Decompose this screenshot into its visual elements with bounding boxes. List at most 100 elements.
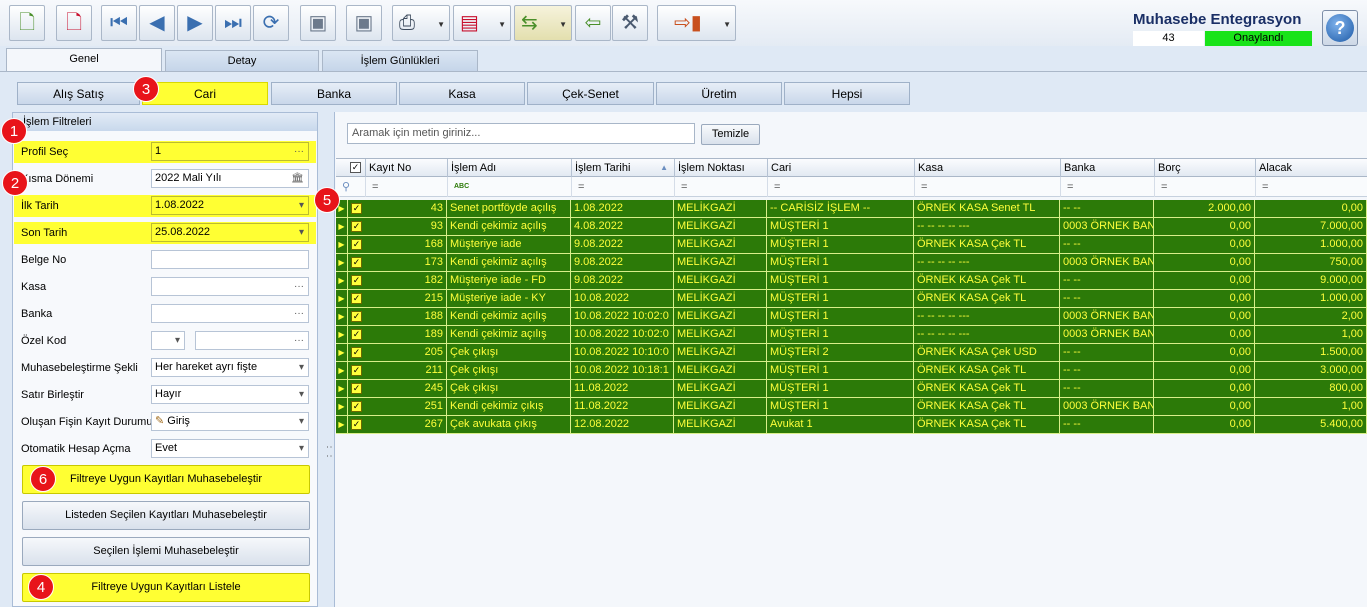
table-row[interactable]: ▶ ✓ 93 Kendi çekimiz açılış 4.08.2022 MELİKGA… <box>336 218 1367 236</box>
ilk-tarih-field[interactable]: 1.08.2022 ▾ <box>151 196 309 215</box>
table-row[interactable]: ▶ ✓ 245 Çek çıkışı 11.08.2022 MELİKGAZİ MÜŞTER… <box>336 380 1367 398</box>
row-checkbox[interactable]: ✓ <box>348 398 366 416</box>
table-row[interactable]: ▶ ✓ 267 Çek avukata çıkış 12.08.2022 MELİKGAZ… <box>336 416 1367 434</box>
chevron-down-icon: ▾ <box>298 200 304 211</box>
select-all-checkbox[interactable]: ✓ <box>350 162 361 173</box>
col-islem-tarihi[interactable]: İşlem Tarihi ▲ <box>571 159 674 177</box>
col-borc[interactable]: Borç <box>1154 159 1255 177</box>
row-checkbox[interactable]: ✓ <box>348 290 366 308</box>
banka-field[interactable]: ··· <box>151 304 309 323</box>
table-row[interactable]: ▶ ✓ 188 Kendi çekimiz açılış 10.08.2022 10:0… <box>336 308 1367 326</box>
subtab-alis-satis[interactable]: Alış Satış <box>17 82 140 105</box>
first-record-button[interactable]: ⏮ <box>101 5 137 41</box>
delete-document-button[interactable]: 🗋 <box>56 5 92 41</box>
profil-field[interactable]: 1 ··· <box>151 142 309 161</box>
cell-islem-noktasi: MELİKGAZİ <box>674 290 767 308</box>
filter-list-button[interactable]: Filtreye Uygun Kayıtları Listele <box>22 573 310 602</box>
filter-borc[interactable]: = <box>1154 177 1255 197</box>
tab-detay[interactable]: Detay <box>165 50 319 71</box>
table-row[interactable]: ▶ ✓ 215 Müşteriye iade - KY 10.08.2022 MELİKG… <box>336 290 1367 308</box>
col-alacak[interactable]: Alacak <box>1255 159 1367 177</box>
next-record-button[interactable]: ▶ <box>177 5 213 41</box>
subtab-kasa[interactable]: Kasa <box>399 82 525 105</box>
subtab-hepsi[interactable]: Hepsi <box>784 82 910 105</box>
col-kayit-no[interactable]: Kayıt No <box>365 159 447 177</box>
filter-kayit-no[interactable]: = <box>365 177 447 197</box>
subtab-uretim[interactable]: Üretim <box>656 82 782 105</box>
tools-button[interactable]: ⚒ <box>612 5 648 41</box>
table-row[interactable]: ▶ ✓ 173 Kendi çekimiz açılış 9.08.2022 MELİKG… <box>336 254 1367 272</box>
filter-islem-tarihi[interactable]: = <box>571 177 674 197</box>
donem-field[interactable]: 2022 Mali Yılı 🏛 <box>151 169 309 188</box>
help-button[interactable]: ? <box>1322 10 1358 46</box>
filter-islem-noktasi[interactable]: = <box>674 177 767 197</box>
cell-borc: 0,00 <box>1154 416 1255 434</box>
row-checkbox[interactable]: ✓ <box>348 218 366 236</box>
sekil-value: Her hareket ayrı fişte <box>155 361 258 373</box>
cell-cari: MÜŞTERİ 1 <box>767 380 914 398</box>
sort-asc-icon: ▲ <box>660 163 668 172</box>
row-checkbox[interactable]: ✓ <box>348 272 366 290</box>
row-checkbox[interactable]: ✓ <box>348 416 366 434</box>
col-banka[interactable]: Banka <box>1060 159 1154 177</box>
chevron-down-icon: ▾ <box>298 416 304 427</box>
row-checkbox[interactable]: ✓ <box>348 362 366 380</box>
prev-record-button[interactable]: ◀ <box>139 5 175 41</box>
new-document-button[interactable]: 🗋 <box>9 5 45 41</box>
row-checkbox[interactable]: ✓ <box>348 326 366 344</box>
back-button[interactable]: ⇦ <box>575 5 611 41</box>
exit-button[interactable]: ⇨▮ ▼ <box>657 5 736 41</box>
filter-post-button[interactable]: Filtreye Uygun Kayıtları Muhasebeleştir <box>22 465 310 494</box>
save-button[interactable]: ▣ <box>300 5 336 41</box>
row-checkbox[interactable]: ✓ <box>348 308 366 326</box>
subtab-banka[interactable]: Banka <box>271 82 397 105</box>
table-row[interactable]: ▶ ✓ 211 Çek çıkışı 10.08.2022 10:18:1 MELİKGA… <box>336 362 1367 380</box>
print-button[interactable]: ⎙ ▼ <box>392 5 450 41</box>
tab-genel[interactable]: Genel <box>6 48 162 72</box>
sekil-select[interactable]: Her hareket ayrı fişte ▾ <box>151 358 309 377</box>
row-checkbox[interactable]: ✓ <box>348 236 366 254</box>
subtab-cek-senet[interactable]: Çek-Senet <box>527 82 654 105</box>
filter-banka[interactable]: = <box>1060 177 1154 197</box>
row-checkbox[interactable]: ✓ <box>348 380 366 398</box>
col-cari[interactable]: Cari <box>767 159 914 177</box>
refresh-button[interactable]: ⟳ <box>253 5 289 41</box>
filter-kasa[interactable]: = <box>914 177 1060 197</box>
filter-islem-adi[interactable]: ABC <box>447 177 571 197</box>
export-button[interactable]: ⇆ ▼ <box>514 5 572 41</box>
col-kasa[interactable]: Kasa <box>914 159 1060 177</box>
row-checkbox[interactable]: ✓ <box>348 200 366 218</box>
tab-islem-gunlukleri[interactable]: İşlem Günlükleri <box>322 50 478 71</box>
table-row[interactable]: ▶ ✓ 43 Senet portföyde açılış 1.08.2022 MELİK… <box>336 200 1367 218</box>
filter-alacak[interactable]: = <box>1255 177 1367 197</box>
hesap-acma-select[interactable]: Evet ▾ <box>151 439 309 458</box>
selected-post-button[interactable]: Seçilen İşlemi Muhasebeleştir <box>22 537 310 566</box>
son-tarih-field[interactable]: 25.08.2022 ▾ <box>151 223 309 242</box>
filter-cari[interactable]: = <box>767 177 914 197</box>
table-row[interactable]: ▶ ✓ 189 Kendi çekimiz açılış 10.08.2022 10:0… <box>336 326 1367 344</box>
cell-borc: 0,00 <box>1154 272 1255 290</box>
ozel-kod-field[interactable]: ··· <box>195 331 309 350</box>
save-close-button[interactable]: ▣ <box>346 5 382 41</box>
filter-panel: İşlem Filtreleri Profil Seç 1 ··· Kısma D… <box>12 112 318 607</box>
ozel-kod-select[interactable]: ▾ <box>151 331 185 350</box>
table-row[interactable]: ▶ ✓ 251 Kendi çekimiz çıkış 11.08.2022 MELİKG… <box>336 398 1367 416</box>
row-checkbox[interactable]: ✓ <box>348 254 366 272</box>
kasa-field[interactable]: ··· <box>151 277 309 296</box>
cell-cari: MÜŞTERİ 1 <box>767 362 914 380</box>
row-checkbox[interactable]: ✓ <box>348 344 366 362</box>
col-islem-adi[interactable]: İşlem Adı <box>447 159 571 177</box>
table-row[interactable]: ▶ ✓ 182 Müşteriye iade - FD 9.08.2022 MELİKGA… <box>336 272 1367 290</box>
kayit-durumu-select[interactable]: ✎ Giriş ▾ <box>151 412 309 431</box>
belge-no-field[interactable] <box>151 250 309 269</box>
pdf-button[interactable]: ▤ ▼ <box>453 5 511 41</box>
list-post-button[interactable]: Listeden Seçilen Kayıtları Muhasebeleşti… <box>22 501 310 530</box>
table-row[interactable]: ▶ ✓ 205 Çek çıkışı 10.08.2022 10:10:0 MELİKGA… <box>336 344 1367 362</box>
search-input[interactable]: Aramak için metin giriniz... <box>347 123 695 144</box>
subtab-cari[interactable]: Cari <box>142 82 268 105</box>
table-row[interactable]: ▶ ✓ 168 Müşteriye iade 9.08.2022 MELİKGAZİ MÜŞ… <box>336 236 1367 254</box>
birlestir-select[interactable]: Hayır ▾ <box>151 385 309 404</box>
col-islem-noktasi[interactable]: İşlem Noktası <box>674 159 767 177</box>
last-record-button[interactable]: ⏭ <box>215 5 251 41</box>
clear-button[interactable]: Temizle <box>701 124 760 145</box>
